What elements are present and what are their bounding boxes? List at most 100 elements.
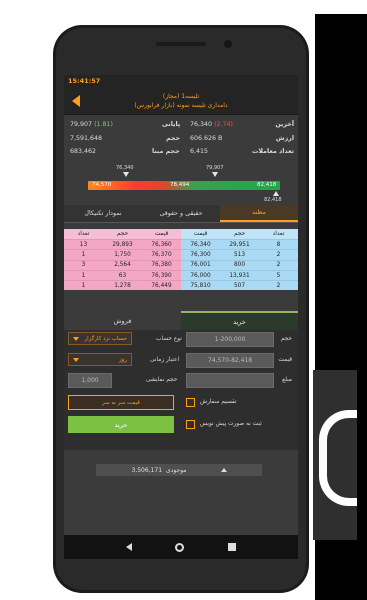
buy-row[interactable]: 76,300 513 2	[181, 249, 298, 260]
sell-row[interactable]: 1 1,750 76,370	[64, 249, 181, 260]
order-book-sell: تعداد حجم قیمت 13 29,893 76,360 1 1,750 76,3…	[64, 229, 181, 301]
buy-count: 5	[276, 272, 281, 279]
last-value: 76,340 (2.74)	[190, 121, 233, 128]
volume-input[interactable]: 1-200,000	[186, 332, 274, 347]
chevron-down-icon	[73, 336, 79, 341]
close-label: پایانی	[162, 121, 181, 128]
price-input[interactable]: 74,570-82,418	[186, 353, 274, 368]
range-low: 74,570	[92, 182, 112, 188]
range-bottom-label: 82,418	[264, 197, 282, 203]
buy-volume: 800	[233, 262, 246, 269]
status-bar: 15:41:57	[64, 75, 298, 87]
sell-price: 76,449	[151, 282, 172, 289]
buy-volume: 13,931	[229, 272, 250, 279]
range-marker-right-label: 79,907	[206, 165, 224, 171]
sell-volume: 63	[118, 272, 127, 279]
android-nav-bar	[64, 535, 298, 559]
sell-header-count: تعداد	[77, 231, 90, 237]
price-range-bar: 76,340 79,907 74,570 78,494 82,418 82,41…	[64, 161, 298, 205]
validity-select[interactable]: روز	[68, 353, 132, 366]
sell-row[interactable]: 3 2,564 76,380	[64, 259, 181, 270]
sell-volume: 1,750	[114, 251, 131, 258]
nav-recent-icon[interactable]	[228, 543, 237, 551]
order-book: تعداد حجم قیمت 13 29,893 76,360 1 1,750 76,3…	[64, 229, 298, 301]
tab-technical[interactable]: نمودار تکنیکال	[64, 205, 142, 222]
sell-count: 1	[81, 282, 86, 289]
sell-volume: 1,278	[114, 282, 131, 289]
range-marker-left-icon	[123, 172, 129, 177]
sell-count: 13	[79, 241, 88, 248]
balance-label: موجودی	[166, 466, 187, 474]
phone-camera	[224, 40, 232, 48]
display-volume-input[interactable]: 1,000	[68, 373, 112, 388]
price-field-label: قیمت	[278, 357, 292, 363]
sell-count: 3	[81, 262, 86, 269]
buy-row[interactable]: 76,001 800 2	[181, 259, 298, 270]
range-bottom-marker-icon	[273, 191, 279, 196]
buy-header-volume: حجم	[233, 231, 246, 237]
sell-header-row: تعداد حجم قیمت	[64, 229, 181, 239]
last-label: آخرین	[275, 121, 294, 128]
chevron-down-icon	[73, 357, 79, 362]
buy-button[interactable]: خرید	[68, 416, 174, 433]
title-bar: تلیسه1 (مجاز) دامداری تلیسه نمونه (بازار…	[64, 87, 298, 115]
last-change: (2.74)	[214, 121, 233, 128]
buy-price: 76,000	[190, 272, 211, 279]
base-volume-label: حجم مبنا	[152, 148, 180, 155]
tab-sell[interactable]: فروش	[64, 311, 181, 330]
close-price: 79,907	[70, 121, 93, 128]
buy-volume: 29,951	[229, 241, 250, 248]
range-mid: 78,494	[170, 182, 190, 188]
buy-volume: 513	[233, 251, 246, 258]
buy-row[interactable]: 76,000 13,931 5	[181, 269, 298, 281]
buy-price: 76,001	[190, 262, 211, 269]
close-value: 79,907 (1.81)	[70, 121, 113, 128]
logo-decoration	[313, 370, 357, 540]
tab-summary[interactable]: مظنه	[220, 205, 298, 222]
volume-field-label: حجم	[280, 336, 292, 342]
amount-field-label: مبلغ	[282, 377, 292, 383]
account-type-value: حساب نزد کارگزار	[84, 335, 127, 342]
draft-label: ثبت به صورت پیش نویس	[200, 421, 262, 427]
sell-row[interactable]: 1 1,278 76,449	[64, 280, 181, 291]
buy-count: 2	[276, 251, 281, 258]
range-marker-left-label: 76,340	[116, 165, 134, 171]
buy-row[interactable]: 76,340 29,951 8	[181, 239, 298, 250]
trades-value: 6,415	[190, 148, 209, 155]
sell-volume: 2,564	[114, 262, 131, 269]
value-value: 606.626 B	[190, 135, 223, 142]
sell-row[interactable]: 13 29,893 76,360	[64, 239, 181, 250]
account-type-label: نوع حساب	[156, 336, 182, 342]
value-label: ارزش	[275, 135, 294, 142]
sell-price: 76,380	[151, 262, 172, 269]
back-arrow-icon[interactable]	[72, 95, 80, 107]
sell-header-volume: حجم	[116, 231, 129, 237]
sell-volume: 29,893	[112, 241, 133, 248]
buy-price: 76,300	[190, 251, 211, 258]
buy-row[interactable]: 75,810 507 2	[181, 280, 298, 291]
buy-count: 2	[276, 282, 281, 289]
split-order-checkbox[interactable]	[186, 398, 195, 407]
amount-input[interactable]	[186, 373, 274, 388]
sell-price: 76,390	[151, 272, 172, 279]
sell-row[interactable]: 1 63 76,390	[64, 269, 181, 281]
balance-bar[interactable]: 3,506,171 موجودی	[96, 464, 262, 476]
account-type-select[interactable]: حساب نزد کارگزار	[68, 332, 132, 345]
info-tabs: نمودار تکنیکال حقیقی و حقوقی مظنه	[64, 205, 298, 223]
order-book-buy: قیمت حجم تعداد 76,340 29,951 8 76,300 513 2 …	[181, 229, 298, 301]
range-marker-right-icon	[212, 172, 218, 177]
validity-label: اعتبار زمانی	[150, 357, 180, 363]
draft-checkbox[interactable]	[186, 420, 195, 429]
nav-home-icon[interactable]	[175, 542, 185, 552]
breakeven-price-box[interactable]: قیمت سر به سر	[68, 395, 174, 410]
balance-value: 3,506,171	[131, 466, 163, 474]
tab-buy[interactable]: خرید	[181, 311, 298, 330]
range-high: 82,418	[257, 182, 277, 188]
tab-legal-real[interactable]: حقیقی و حقوقی	[142, 205, 220, 222]
validity-value: روز	[119, 356, 127, 363]
chevron-up-icon	[220, 468, 227, 472]
buy-count: 8	[276, 241, 281, 248]
sell-header-price: قیمت	[154, 231, 169, 237]
buy-price: 76,340	[190, 241, 211, 248]
nav-back-icon[interactable]	[125, 543, 132, 551]
